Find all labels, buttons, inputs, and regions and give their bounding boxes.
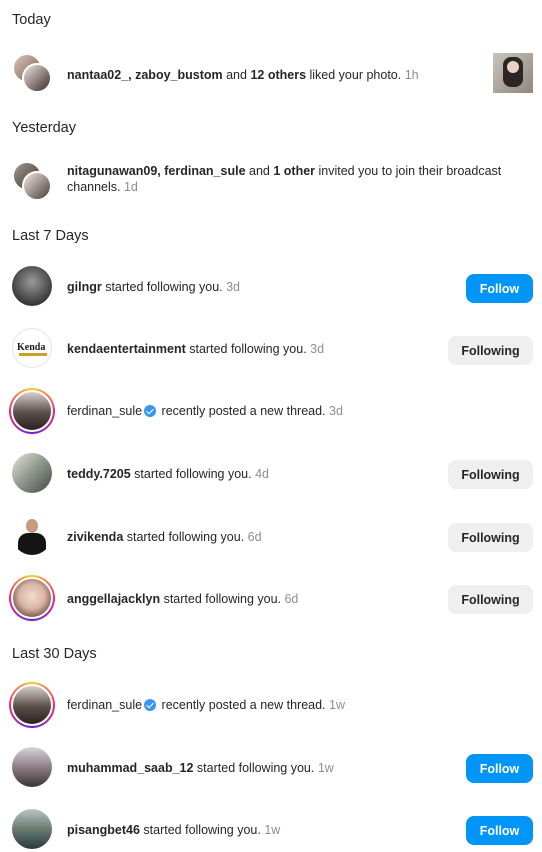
- username-link[interactable]: zaboy_bustom: [135, 68, 223, 82]
- notification-row[interactable]: muhammad_saab_12 started following you. …: [0, 747, 542, 789]
- others-link[interactable]: 12 others: [250, 68, 306, 82]
- notification-row[interactable]: Kenda kendaentertainment started followi…: [0, 328, 542, 370]
- notification-text: ferdinan_sule recently posted a new thre…: [67, 697, 345, 713]
- action-text: started following you.: [101, 280, 227, 294]
- notification-text: nitagunawan09, ferdinan_sule and 1 other…: [67, 163, 517, 195]
- notification-row[interactable]: pisangbet46 started following you. 1w Fo…: [0, 809, 542, 851]
- avatar-group[interactable]: [12, 53, 52, 93]
- action-text: started following you.: [130, 467, 256, 481]
- notification-row[interactable]: ferdinan_sule recently posted a new thre…: [0, 682, 542, 728]
- notification-text: anggellajacklyn started following you. 6…: [67, 591, 298, 607]
- following-button[interactable]: Following: [448, 523, 533, 552]
- following-button[interactable]: Following: [448, 460, 533, 489]
- avatar-group[interactable]: [12, 161, 52, 201]
- notification-text: ferdinan_sule recently posted a new thre…: [67, 403, 343, 419]
- avatar-story-ring[interactable]: [9, 575, 55, 621]
- notification-text: pisangbet46 started following you. 1w: [67, 822, 280, 838]
- timestamp: 1h: [404, 68, 419, 82]
- notification-row[interactable]: zivikenda started following you. 6d Foll…: [0, 515, 542, 557]
- avatar[interactable]: [12, 453, 52, 493]
- section-title-last-7-days: Last 7 Days: [12, 228, 89, 244]
- notification-row[interactable]: ferdinan_sule recently posted a new thre…: [0, 388, 542, 434]
- action-text: started following you.: [160, 592, 285, 606]
- timestamp: 1w: [329, 698, 345, 712]
- notification-text: kendaentertainment started following you…: [67, 341, 324, 357]
- timestamp: 1d: [123, 180, 138, 194]
- verified-badge-icon: [144, 699, 157, 711]
- notification-row[interactable]: nitagunawan09, ferdinan_sule and 1 other…: [0, 160, 542, 202]
- action-text: recently posted a new thread.: [158, 404, 329, 418]
- conjunction: and: [222, 68, 251, 82]
- avatar-story-ring[interactable]: [9, 682, 55, 728]
- timestamp: 1w: [317, 761, 334, 775]
- timestamp: 4d: [255, 467, 269, 481]
- username-link[interactable]: zivikenda: [67, 530, 123, 544]
- username-link[interactable]: kendaentertainment: [67, 342, 186, 356]
- post-thumbnail[interactable]: [493, 53, 533, 93]
- username-link[interactable]: teddy.7205: [67, 467, 131, 481]
- username-link[interactable]: nantaa02_: [67, 68, 128, 82]
- timestamp: 3d: [226, 280, 240, 294]
- avatar: [22, 63, 52, 93]
- verified-badge-icon: [144, 405, 157, 417]
- avatar[interactable]: Kenda: [12, 328, 52, 368]
- timestamp: 1w: [264, 823, 281, 837]
- action-text: started following you.: [139, 823, 265, 837]
- username-link[interactable]: anggellajacklyn: [67, 592, 160, 606]
- following-button[interactable]: Following: [448, 336, 533, 365]
- username-link[interactable]: ferdinan_sule: [67, 698, 142, 712]
- notification-row[interactable]: gilngr started following you. 3d Follow: [0, 266, 542, 308]
- follow-button[interactable]: Follow: [466, 754, 533, 783]
- avatar: [22, 171, 52, 201]
- username-link[interactable]: ferdinan_sule: [67, 404, 142, 418]
- avatar[interactable]: [12, 747, 52, 787]
- avatar[interactable]: [12, 515, 52, 555]
- avatar[interactable]: [12, 266, 52, 306]
- timestamp: 6d: [284, 592, 299, 606]
- section-title-today: Today: [12, 12, 51, 28]
- notification-text: muhammad_saab_12 started following you. …: [67, 760, 334, 776]
- notification-row[interactable]: nantaa02_, zaboy_bustom and 12 others li…: [0, 52, 542, 94]
- avatar[interactable]: [12, 809, 52, 849]
- timestamp: 3d: [310, 342, 325, 356]
- action-text: liked your photo.: [306, 68, 405, 82]
- notification-text: nantaa02_, zaboy_bustom and 12 others li…: [67, 67, 427, 83]
- username-link[interactable]: muhammad_saab_12: [67, 761, 193, 775]
- action-text: started following you.: [185, 342, 311, 356]
- section-title-yesterday: Yesterday: [12, 120, 76, 136]
- username-link[interactable]: ferdinan_sule: [164, 164, 245, 178]
- following-button[interactable]: Following: [448, 585, 533, 614]
- timestamp: 3d: [329, 404, 343, 418]
- avatar-story-ring[interactable]: [9, 388, 55, 434]
- action-text: started following you.: [123, 530, 248, 544]
- action-text: recently posted a new thread.: [158, 698, 329, 712]
- notification-text: zivikenda started following you. 6d: [67, 529, 262, 545]
- notification-row[interactable]: teddy.7205 started following you. 4d Fol…: [0, 453, 542, 495]
- follow-button[interactable]: Follow: [466, 816, 533, 845]
- conjunction: and: [245, 164, 274, 178]
- username-link[interactable]: gilngr: [67, 280, 102, 294]
- notification-text: teddy.7205 started following you. 4d: [67, 466, 269, 482]
- notification-text: gilngr started following you. 3d: [67, 279, 240, 295]
- action-text: started following you.: [193, 761, 318, 775]
- section-title-last-30-days: Last 30 Days: [12, 646, 97, 662]
- username-link[interactable]: nitagunawan09: [67, 164, 157, 178]
- timestamp: 6d: [247, 530, 262, 544]
- username-link[interactable]: pisangbet46: [67, 823, 140, 837]
- notification-row[interactable]: anggellajacklyn started following you. 6…: [0, 575, 542, 621]
- others-link[interactable]: 1 other: [273, 164, 315, 178]
- follow-button[interactable]: Follow: [466, 274, 533, 303]
